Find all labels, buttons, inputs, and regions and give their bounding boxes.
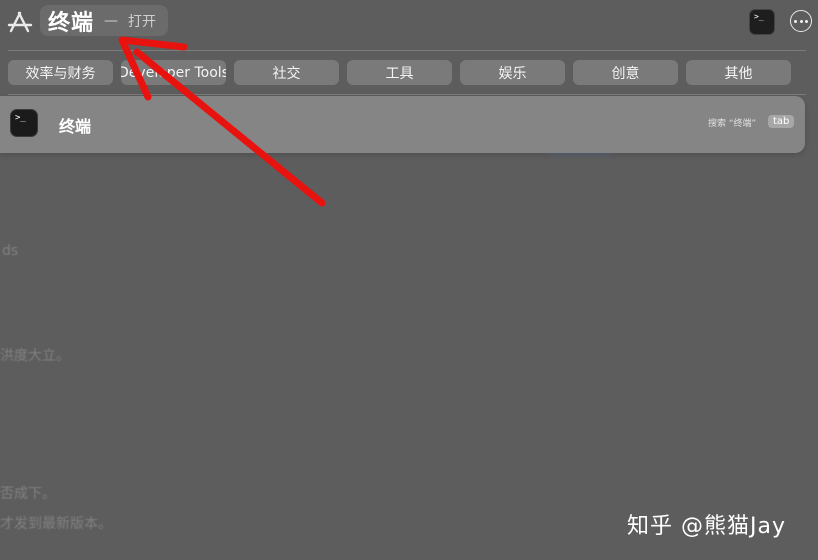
- category-chip[interactable]: Developer Tools: [121, 60, 226, 85]
- search-result-row[interactable]: >_ 终端 搜索 “终端” tab: [0, 96, 805, 153]
- search-query-text: 终端: [48, 10, 95, 36]
- search-query[interactable]: 终端 — 打开: [40, 5, 169, 36]
- terminal-icon-glyph: >_: [15, 113, 26, 123]
- search-hint: 搜索 “终端”: [708, 119, 757, 129]
- divider: [8, 94, 806, 95]
- category-chip[interactable]: 娱乐: [460, 60, 565, 85]
- query-separator: —: [104, 12, 119, 29]
- category-chip[interactable]: 社交: [234, 60, 339, 85]
- background-text: ds: [2, 243, 19, 259]
- terminal-icon-glyph: >_: [754, 12, 764, 21]
- tab-key-badge: tab: [768, 115, 795, 128]
- category-bar: 效率与财务 Developer Tools 社交 工具 娱乐 创意 其他: [8, 60, 791, 85]
- category-chip[interactable]: 效率与财务: [8, 60, 113, 85]
- background-text: 否成下。: [0, 486, 56, 502]
- background-text: 才发到最新版本。: [0, 516, 112, 532]
- query-action-label: 打开: [128, 13, 157, 30]
- search-bar: 终端 — 打开 >_: [0, 0, 818, 46]
- watermark: 知乎 @熊猫Jay: [627, 514, 786, 539]
- terminal-icon: >_: [10, 109, 38, 137]
- category-chip[interactable]: 创意: [573, 60, 678, 85]
- category-chip[interactable]: 工具: [347, 60, 452, 85]
- terminal-icon[interactable]: >_: [749, 9, 775, 35]
- category-chip[interactable]: 其他: [686, 60, 791, 85]
- app-store-icon: [7, 11, 33, 33]
- result-title: 终端: [59, 117, 92, 136]
- more-options-icon[interactable]: [790, 10, 812, 32]
- divider: [8, 50, 806, 51]
- background-text: 洪度大立。: [0, 348, 70, 364]
